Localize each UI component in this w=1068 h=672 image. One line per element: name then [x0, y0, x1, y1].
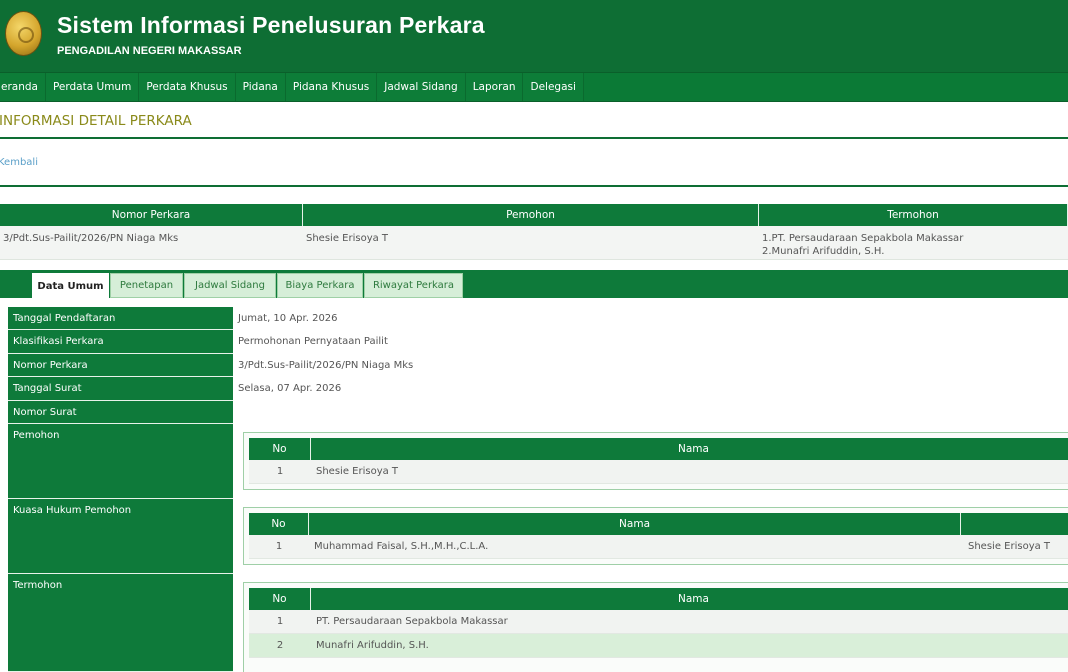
col-header-nama: Nama — [311, 588, 1068, 610]
row-nama: Muhammad Faisal, S.H.,M.H.,C.L.A. — [314, 541, 489, 552]
tab-data-umum[interactable]: Data Umum — [32, 273, 109, 299]
termohon-table-header: No Nama — [249, 588, 1068, 610]
label-pemohon: Pemohon — [8, 424, 233, 499]
label-klasifikasi: Klasifikasi Perkara — [8, 330, 233, 354]
label-tanggal-surat: Tanggal Surat — [8, 377, 233, 401]
main-nav: eranda Perdata Umum Perdata Khusus Pidan… — [0, 72, 1068, 102]
summary-pemohon: Shesie Erisoya T — [306, 233, 389, 244]
nav-pidana[interactable]: Pidana — [235, 73, 286, 101]
col-header-pemohon: Pemohon — [303, 204, 759, 226]
value-nomor-perkara: 3/Pdt.Sus-Pailit/2026/PN Niaga Mks — [238, 360, 414, 371]
summary-termohon-2: 2.Munafri Arifuddin, S.H. — [762, 246, 885, 257]
nav-pidana-khusus[interactable]: Pidana Khusus — [285, 73, 378, 101]
col-header-empty — [961, 513, 1068, 535]
app-title: Sistem Informasi Penelusuran Perkara — [57, 12, 485, 38]
summary-header-row: Nomor Perkara Pemohon Termohon — [0, 204, 1068, 226]
nav-laporan[interactable]: Laporan — [465, 73, 524, 101]
nav-jadwal-sidang[interactable]: Jadwal Sidang — [377, 73, 466, 101]
col-header-termohon: Termohon — [759, 204, 1068, 226]
row-no: 2 — [276, 640, 284, 651]
pemohon-table: No Nama 1 Shesie Erisoya T — [243, 432, 1068, 490]
table-row: 1 Muhammad Faisal, S.H.,M.H.,C.L.A. Shes… — [249, 535, 1068, 559]
row-pihak: Shesie Erisoya T — [968, 541, 1051, 552]
label-nomor-surat: Nomor Surat — [8, 401, 233, 424]
value-tanggal-surat: Selasa, 07 Apr. 2026 — [238, 383, 342, 394]
data-umum-panel: Tanggal Pendaftaran Jumat, 10 Apr. 2026 … — [0, 298, 1068, 672]
value-klasifikasi: Permohonan Pernyataan Pailit — [238, 336, 388, 347]
label-tanggal-pendaftaran: Tanggal Pendaftaran — [8, 307, 233, 330]
nav-perdata-khusus[interactable]: Perdata Khusus — [139, 73, 236, 101]
summary-nomor: 3/Pdt.Sus-Pailit/2026/PN Niaga Mks — [3, 233, 179, 244]
case-summary-table: Nomor Perkara Pemohon Termohon 3/Pdt.Sus… — [0, 204, 1068, 260]
row-nama: Munafri Arifuddin, S.H. — [316, 640, 429, 651]
col-header-no: No — [249, 513, 309, 535]
value-tanggal-pendaftaran: Jumat, 10 Apr. 2026 — [238, 313, 338, 324]
col-header-nama: Nama — [309, 513, 962, 535]
col-header-no: No — [249, 588, 311, 610]
kuasa-table-header: No Nama — [249, 513, 1068, 535]
row-no: 1 — [276, 466, 284, 477]
tab-biaya-perkara[interactable]: Biaya Perkara — [277, 273, 363, 298]
tab-penetapan[interactable]: Penetapan — [110, 273, 183, 298]
nav-beranda[interactable]: eranda — [0, 73, 46, 101]
col-header-nama: Nama — [311, 438, 1068, 460]
row-no: 1 — [276, 616, 284, 627]
termohon-table: No Nama 1 PT. Persaudaraan Sepakbola Mak… — [243, 582, 1068, 672]
pemohon-table-header: No Nama — [249, 438, 1068, 460]
app-header: Sistem Informasi Penelusuran Perkara PEN… — [0, 0, 1068, 72]
nav-delegasi[interactable]: Delegasi — [523, 73, 584, 101]
label-nomor-perkara: Nomor Perkara — [8, 354, 233, 377]
summary-termohon: 1.PT. Persaudaraan Sepakbola Makassar 2.… — [759, 226, 1068, 259]
table-row: 2 Munafri Arifuddin, S.H. — [249, 634, 1068, 658]
court-emblem-logo — [5, 11, 42, 56]
summary-row: 3/Pdt.Sus-Pailit/2026/PN Niaga Mks Shesi… — [0, 226, 1068, 260]
kuasa-hukum-table: No Nama 1 Muhammad Faisal, S.H.,M.H.,C.L… — [243, 507, 1068, 565]
label-termohon: Termohon — [8, 574, 233, 672]
row-nama: PT. Persaudaraan Sepakbola Makassar — [316, 616, 508, 627]
divider — [0, 185, 1068, 187]
row-no: 1 — [275, 541, 283, 552]
app-subtitle: PENGADILAN NEGERI MAKASSAR — [57, 45, 242, 57]
divider — [0, 137, 1068, 139]
label-kuasa-hukum: Kuasa Hukum Pemohon — [8, 499, 233, 574]
detail-tabs: Data Umum Penetapan Jadwal Sidang Biaya … — [0, 270, 1068, 299]
col-header-no: No — [249, 438, 311, 460]
page-title: INFORMASI DETAIL PERKARA — [0, 113, 192, 129]
table-row: 1 PT. Persaudaraan Sepakbola Makassar — [249, 610, 1068, 634]
back-link[interactable]: Kembali — [0, 157, 38, 168]
nav-perdata-umum[interactable]: Perdata Umum — [45, 73, 140, 101]
tab-riwayat-perkara[interactable]: Riwayat Perkara — [364, 273, 463, 298]
tab-jadwal-sidang[interactable]: Jadwal Sidang — [184, 273, 276, 298]
row-nama: Shesie Erisoya T — [316, 466, 399, 477]
summary-termohon-1: 1.PT. Persaudaraan Sepakbola Makassar — [762, 233, 964, 244]
table-row: 1 Shesie Erisoya T — [249, 460, 1068, 484]
col-header-nomor-perkara: Nomor Perkara — [0, 204, 303, 226]
